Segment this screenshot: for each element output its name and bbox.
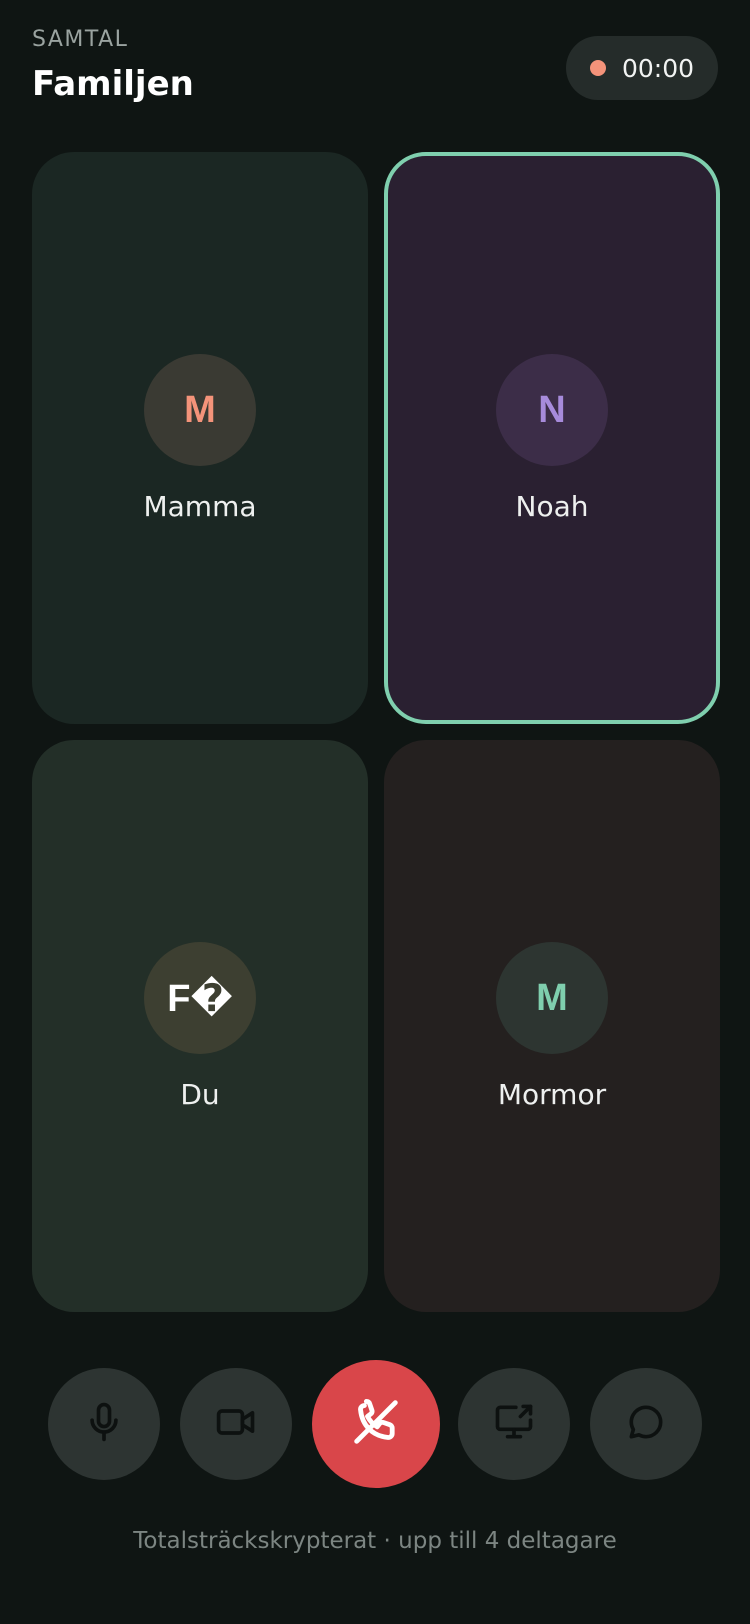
participant-avatar: M	[144, 354, 256, 466]
participant-tile-noah[interactable]: N Noah	[384, 152, 720, 724]
camera-button[interactable]	[180, 1368, 292, 1480]
video-camera-icon	[214, 1400, 258, 1448]
mute-button[interactable]	[48, 1368, 160, 1480]
share-screen-button[interactable]	[458, 1368, 570, 1480]
call-timer-text: 00:00	[621, 53, 695, 83]
call-header: SAMTAL Familjen	[32, 26, 194, 104]
participant-name: Du	[180, 1078, 220, 1111]
chat-button[interactable]	[590, 1368, 702, 1480]
screen-share-icon	[492, 1400, 536, 1448]
participant-avatar: N	[496, 354, 608, 466]
phone-hangup-icon	[347, 1393, 405, 1455]
participant-avatar: M	[496, 942, 608, 1054]
participant-avatar: F�	[144, 942, 256, 1054]
call-title: Familjen	[32, 64, 194, 104]
call-controls	[0, 1360, 750, 1490]
participant-name: Noah	[515, 490, 589, 523]
participant-tile-du[interactable]: F� Du	[32, 740, 368, 1312]
participant-tile-mormor[interactable]: M Mormor	[384, 740, 720, 1312]
end-call-button[interactable]	[312, 1360, 440, 1488]
chat-bubble-icon	[624, 1400, 668, 1448]
participant-name: Mormor	[497, 1078, 607, 1111]
microphone-icon	[82, 1400, 126, 1448]
call-eyebrow-label: SAMTAL	[32, 27, 129, 52]
recording-dot-icon	[589, 60, 606, 76]
participant-tile-mamma[interactable]: M Mamma	[32, 152, 368, 724]
call-timer: 00:00	[566, 36, 718, 100]
encryption-note: Totalsträckskrypterat · upp till 4 delta…	[133, 1528, 617, 1554]
participant-name: Mamma	[143, 490, 257, 523]
